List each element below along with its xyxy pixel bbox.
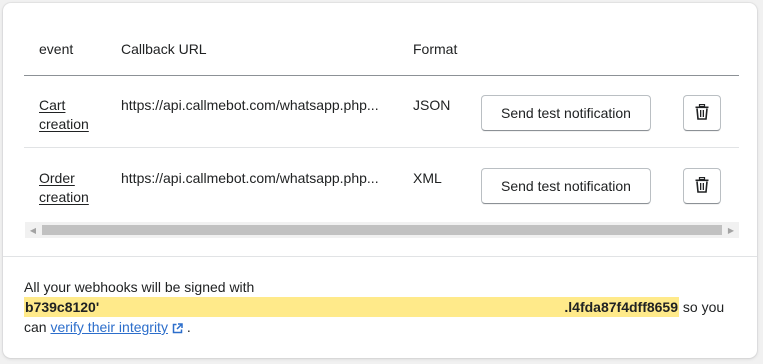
trash-icon: [695, 103, 709, 123]
callback-url: https://api.callmebot.com/whatsapp.php..…: [121, 97, 379, 113]
trash-icon: [695, 176, 709, 196]
send-test-notification-button[interactable]: Send test notification: [481, 168, 651, 204]
external-link-icon: [172, 319, 183, 339]
format-value: XML: [413, 170, 442, 186]
horizontal-scrollbar[interactable]: ◀ ▶: [25, 222, 739, 238]
signature-key-start: b739c8120': [25, 299, 100, 315]
signature-info: All your webhooks will be signed with b7…: [24, 277, 734, 339]
signature-key: b739c8120' .l4fda87f4dff8659: [24, 297, 679, 317]
scroll-left-arrow-icon[interactable]: ◀: [25, 222, 41, 238]
event-link-cart-creation[interactable]: Cart creation: [39, 96, 99, 134]
send-test-notification-button[interactable]: Send test notification: [481, 95, 651, 131]
callback-url: https://api.callmebot.com/whatsapp.php..…: [121, 170, 379, 186]
webhooks-table: event Callback URL Format Cart creation …: [24, 3, 739, 241]
column-header-callback-url: Callback URL: [121, 41, 207, 57]
format-value: JSON: [413, 97, 451, 113]
delete-webhook-button[interactable]: [683, 168, 721, 204]
scrollbar-thumb[interactable]: [42, 225, 722, 235]
signature-key-end: .l4fda87f4dff8659: [564, 299, 678, 315]
footer-period: .: [186, 319, 191, 335]
column-header-format: Format: [413, 41, 458, 57]
table-row: Order creation https://api.callmebot.com…: [24, 149, 739, 221]
signature-intro-text: All your webhooks will be signed with: [24, 279, 255, 295]
scroll-right-arrow-icon[interactable]: ▶: [723, 222, 739, 238]
verify-integrity-link-text: verify their integrity: [50, 319, 168, 335]
webhooks-card: event Callback URL Format Cart creation …: [3, 3, 757, 358]
delete-webhook-button[interactable]: [683, 95, 721, 131]
column-header-event: event: [39, 41, 74, 57]
verify-integrity-link[interactable]: verify their integrity: [50, 319, 183, 335]
table-header-row: event Callback URL Format: [24, 3, 739, 76]
table-row: Cart creation https://api.callmebot.com/…: [24, 76, 739, 148]
section-divider: [3, 256, 757, 257]
event-link-order-creation[interactable]: Order creation: [39, 169, 99, 207]
